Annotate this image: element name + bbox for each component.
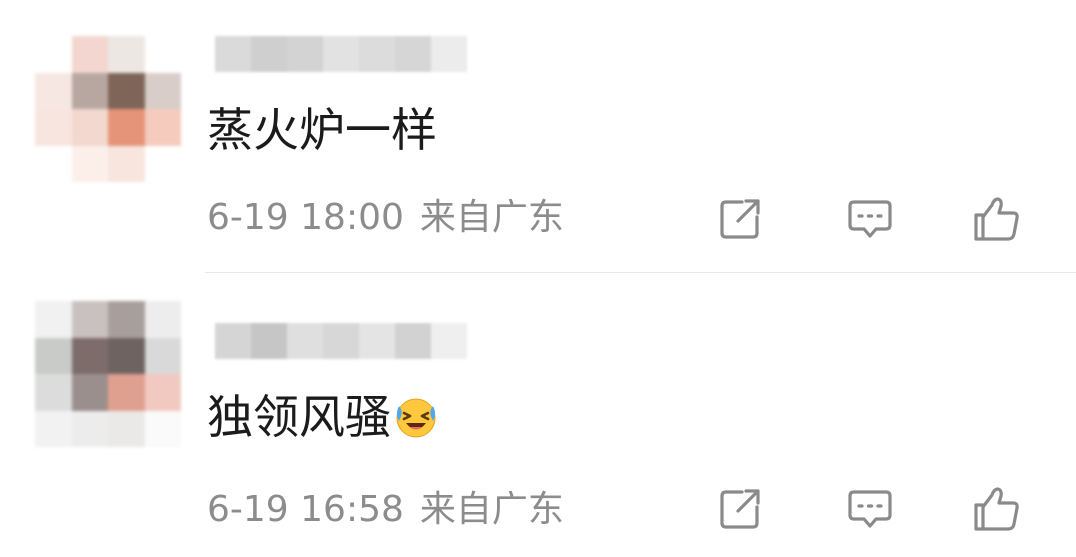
avatar-pixel [144, 337, 181, 374]
avatar-pixel [108, 374, 145, 411]
username-pixel [395, 323, 431, 359]
username-pixel [323, 323, 359, 359]
like-button[interactable] [972, 194, 1022, 244]
avatar-pixel [108, 145, 145, 182]
avatar-pixel [108, 410, 145, 447]
avatar-pixel [144, 301, 181, 338]
comment-text: 独领风骚 [207, 387, 439, 447]
avatar-pixel [35, 410, 72, 447]
avatar-pixel [35, 145, 72, 182]
comment-meta: 6-19 16:58 来自广东 [207, 486, 564, 534]
avatar-pixel [35, 109, 72, 146]
username-pixel [287, 36, 323, 72]
comment-item: 蒸火炉一样 6-19 18:00 来自广东 [0, 0, 1076, 278]
share-icon [720, 489, 760, 529]
comment-location: 来自广东 [419, 197, 564, 238]
username-pixel [395, 36, 431, 72]
avatar-pixel [35, 72, 72, 109]
avatar-pixel [35, 374, 72, 411]
avatar-pixel [35, 36, 72, 73]
username-pixel [431, 36, 467, 72]
username-pixel [215, 323, 251, 359]
avatar-pixel [108, 72, 145, 109]
reply-icon [848, 200, 892, 238]
avatar-pixel [108, 337, 145, 374]
comment-meta: 6-19 18:00 来自广东 [207, 194, 564, 242]
username-pixel [215, 36, 251, 72]
avatar-pixel [108, 301, 145, 338]
avatar-pixel [144, 36, 181, 73]
share-button[interactable] [715, 484, 765, 534]
comment-text-content: 独领风骚 [207, 390, 391, 444]
avatar-pixel [71, 109, 108, 146]
comment-text-content: 蒸火炉一样 [207, 103, 437, 157]
avatar-pixel [108, 36, 145, 73]
share-icon [720, 199, 760, 239]
avatar-pixel [144, 410, 181, 447]
avatar-pixel [144, 145, 181, 182]
comment-item: 独领风骚 6-19 16:58 来自广东 [0, 279, 1076, 557]
avatar-pixel [144, 109, 181, 146]
comment-location: 来自广东 [419, 489, 564, 530]
avatar[interactable] [35, 301, 181, 447]
avatar-pixel [71, 145, 108, 182]
avatar-pixel [35, 337, 72, 374]
avatar-pixel [71, 410, 108, 447]
username-pixel [359, 36, 395, 72]
avatar-pixel [35, 301, 72, 338]
avatar-pixel [108, 109, 145, 146]
reply-icon [848, 490, 892, 528]
avatar-pixel [71, 337, 108, 374]
username-pixel [251, 323, 287, 359]
username-pixel [287, 323, 323, 359]
username-pixel [323, 36, 359, 72]
username-pixel [251, 36, 287, 72]
avatar-pixel [71, 36, 108, 73]
divider [205, 272, 1076, 273]
comment-time: 6-19 16:58 [207, 489, 404, 530]
comment-text: 蒸火炉一样 [207, 100, 437, 160]
grinning-squinting-tears-emoji [393, 394, 439, 440]
reply-button[interactable] [845, 484, 895, 534]
avatar-pixel [144, 72, 181, 109]
thumbs-up-icon [974, 197, 1019, 241]
share-button[interactable] [715, 194, 765, 244]
avatar[interactable] [35, 36, 181, 182]
thumbs-up-icon [974, 487, 1019, 531]
username-pixel [359, 323, 395, 359]
avatar-pixel [71, 301, 108, 338]
avatar-pixel [71, 72, 108, 109]
like-button[interactable] [972, 484, 1022, 534]
username-blurred[interactable] [215, 36, 467, 72]
comment-time: 6-19 18:00 [207, 197, 404, 238]
avatar-pixel [71, 374, 108, 411]
username-blurred[interactable] [215, 323, 467, 359]
username-pixel [431, 323, 467, 359]
avatar-pixel [144, 374, 181, 411]
reply-button[interactable] [845, 194, 895, 244]
